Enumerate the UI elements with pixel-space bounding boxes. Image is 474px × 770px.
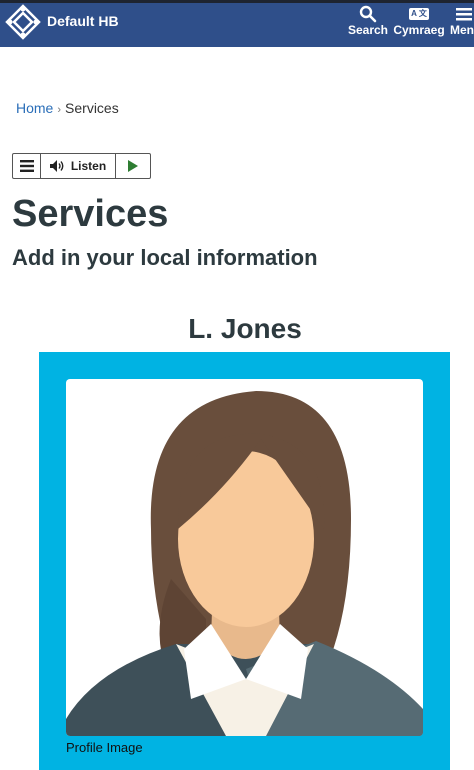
- profile-card: Profile Image: [39, 352, 450, 770]
- page-subtitle: Add in your local information: [12, 245, 318, 270]
- profile-image-caption: Profile Image: [66, 740, 143, 755]
- listen-label: Listen: [70, 159, 107, 173]
- nav-cymraeg-label: Cymraeg: [393, 23, 445, 37]
- site-header: Default HB Search A 文 Cymraeg Menu: [0, 0, 474, 47]
- page-title: Services: [12, 193, 169, 235]
- breadcrumb: Home › Services: [16, 100, 119, 116]
- play-icon: [128, 160, 138, 172]
- profile-name: L. Jones: [188, 313, 302, 344]
- hamburger-icon: [456, 8, 472, 21]
- breadcrumb-home-link[interactable]: Home: [16, 100, 53, 116]
- site-brand-name[interactable]: Default HB: [47, 13, 119, 29]
- header-top-strip: [0, 0, 474, 3]
- search-icon: [359, 5, 377, 23]
- female-avatar-illustration: [66, 391, 423, 736]
- menu-icon: [19, 160, 34, 172]
- nav-search-label: Search: [347, 23, 389, 37]
- language-icon: A 文: [392, 5, 446, 20]
- nav-menu-label: Menu: [450, 23, 474, 37]
- nav-search-button[interactable]: Search: [346, 5, 390, 37]
- play-button[interactable]: [116, 154, 150, 178]
- nav-menu-button[interactable]: Menu: [450, 5, 474, 37]
- profile-image: [66, 379, 423, 736]
- readspeaker-toolbar: Listen: [12, 153, 151, 179]
- readspeaker-menu-button[interactable]: [13, 154, 41, 178]
- breadcrumb-current: Services: [65, 100, 119, 116]
- language-badge: A 文: [409, 8, 429, 20]
- logo-icon[interactable]: [5, 4, 41, 40]
- breadcrumb-separator: ›: [57, 104, 62, 116]
- speaker-icon: [49, 160, 64, 172]
- nav-cymraeg-button[interactable]: A 文 Cymraeg: [392, 5, 446, 37]
- listen-button[interactable]: Listen: [41, 154, 116, 178]
